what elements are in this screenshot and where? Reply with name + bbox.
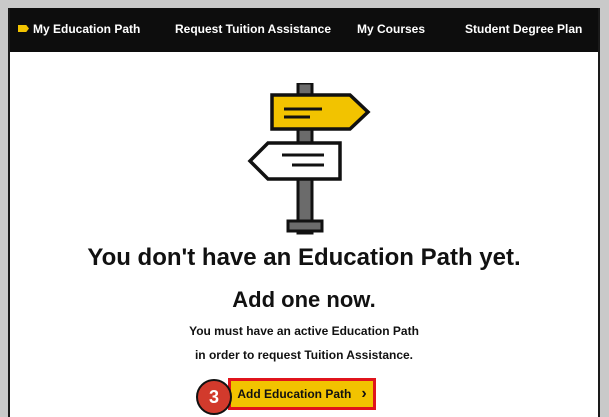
add-education-path-label: Add Education Path bbox=[237, 387, 352, 401]
chevron-right-icon: › bbox=[361, 385, 367, 402]
app-frame: My Education Path Request Tuition Assist… bbox=[8, 8, 600, 417]
active-indicator-icon bbox=[18, 25, 29, 32]
add-education-path-button[interactable]: Add Education Path › bbox=[228, 378, 376, 410]
empty-state-message-line1: You must have an active Education Path bbox=[189, 324, 419, 338]
nav-request-tuition-assistance[interactable]: Request Tuition Assistance bbox=[175, 22, 331, 36]
empty-state-message-line2: in order to request Tuition Assistance. bbox=[194, 348, 414, 362]
top-nav: My Education Path Request Tuition Assist… bbox=[10, 8, 598, 52]
nav-student-degree-plan[interactable]: Student Degree Plan bbox=[465, 22, 582, 36]
signpost-icon bbox=[247, 83, 371, 235]
empty-state-subheadline: Add one now. bbox=[232, 287, 376, 312]
empty-state-headline: You don't have an Education Path yet. bbox=[87, 244, 521, 271]
nav-my-education-path[interactable]: My Education Path bbox=[18, 22, 140, 36]
nav-my-courses[interactable]: My Courses bbox=[357, 22, 425, 36]
step-number-badge: 3 bbox=[196, 379, 232, 415]
